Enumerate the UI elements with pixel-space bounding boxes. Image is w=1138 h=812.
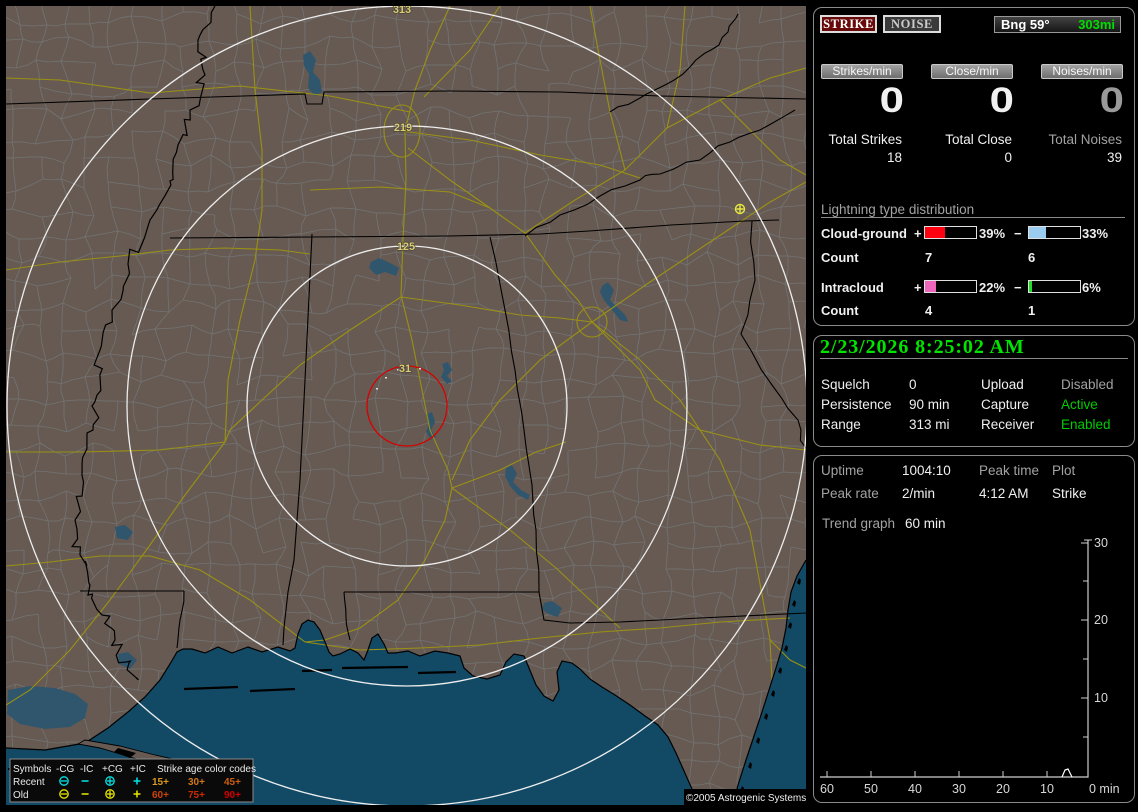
svg-text:60: 60 — [820, 782, 834, 796]
svg-text:20: 20 — [1094, 613, 1108, 627]
svg-text:10: 10 — [1094, 691, 1108, 705]
svg-text:10: 10 — [1040, 782, 1054, 796]
svg-text:0 min: 0 min — [1089, 782, 1120, 796]
svg-text:50: 50 — [864, 782, 878, 796]
svg-text:20: 20 — [996, 782, 1010, 796]
svg-text:30: 30 — [1094, 536, 1108, 550]
svg-text:40: 40 — [908, 782, 922, 796]
svg-text:30: 30 — [952, 782, 966, 796]
